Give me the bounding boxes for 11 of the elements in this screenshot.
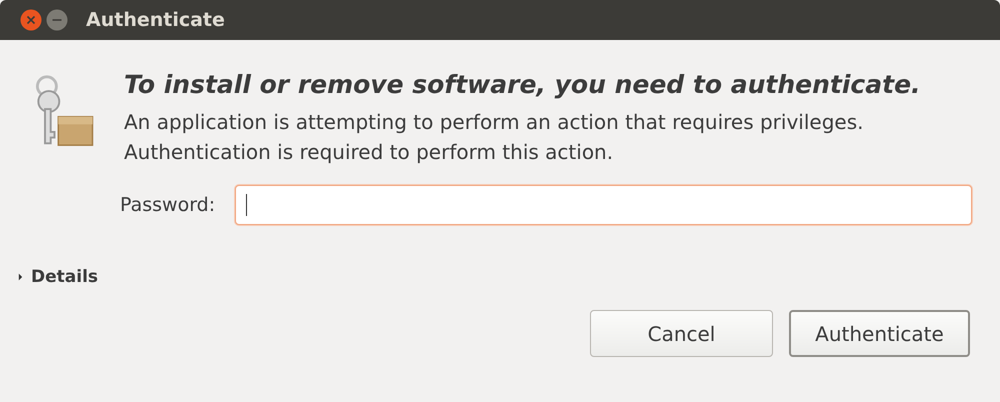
details-expander[interactable]: Details [18,267,98,287]
password-label: Password: [120,194,216,216]
window-title: Authenticate [86,9,225,31]
dialog-message: An application is attempting to perform an action that requires privileges. Authentication is required to perform this action. [124,109,864,166]
expander-arrow-icon [18,273,23,281]
dialog-heading: To install or remove software, you need to authenticate. [124,69,922,99]
dialog-button[interactable]: Cancel [590,310,773,357]
minimize-button[interactable] [46,9,68,31]
close-button[interactable] [20,9,42,31]
password-field[interactable] [235,185,972,225]
dialog-button[interactable]: Authenticate [789,310,970,357]
